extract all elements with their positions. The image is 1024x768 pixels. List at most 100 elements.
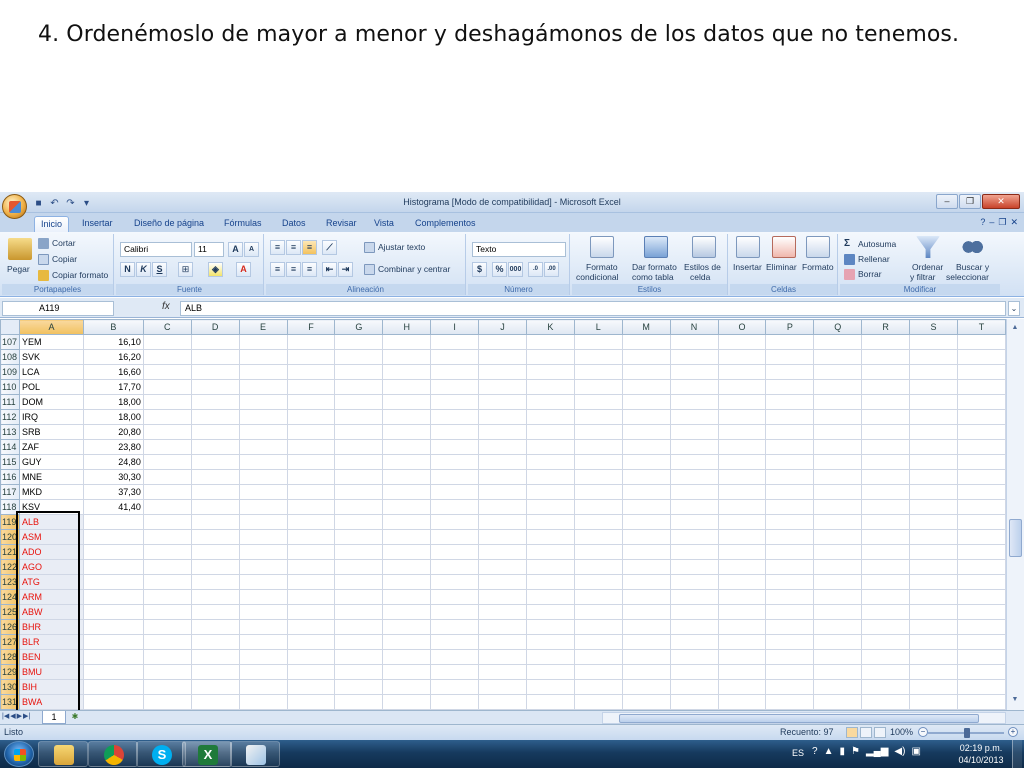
cell-empty[interactable] <box>382 589 432 605</box>
cut-icon[interactable] <box>38 238 49 249</box>
cell-b[interactable]: 16,60 <box>82 364 144 380</box>
office-button[interactable] <box>2 194 27 219</box>
cell-empty[interactable] <box>573 514 623 530</box>
cell-empty[interactable] <box>717 454 767 470</box>
worksheet-grid[interactable]: ABCDEFGHIJKLMNOPQRST 107 YEM 16,10 108 SVK 16… <box>0 319 1006 710</box>
row-header[interactable]: 118 <box>0 499 21 515</box>
cell-empty[interactable] <box>525 424 575 440</box>
column-header-p[interactable]: P <box>765 319 815 335</box>
horizontal-scrollbar[interactable] <box>602 712 1006 724</box>
cell-empty[interactable] <box>573 529 623 545</box>
cell-empty[interactable] <box>334 679 384 695</box>
cell-empty[interactable] <box>861 379 911 395</box>
cell-empty[interactable] <box>142 409 192 425</box>
cell-empty[interactable] <box>190 514 240 530</box>
cell-empty[interactable] <box>765 364 815 380</box>
cell-empty[interactable] <box>334 469 384 485</box>
cell-empty[interactable] <box>813 529 863 545</box>
cell-empty[interactable] <box>669 694 719 710</box>
cell-empty[interactable] <box>142 364 192 380</box>
cell-empty[interactable] <box>430 604 480 620</box>
cell-a[interactable]: BMU <box>19 664 84 680</box>
format-table-label2[interactable]: como tabla <box>632 272 674 282</box>
cell-b[interactable] <box>82 514 144 530</box>
cell-empty[interactable] <box>142 574 192 590</box>
cell-empty[interactable] <box>909 469 958 485</box>
cell-empty[interactable] <box>525 379 575 395</box>
cell-empty[interactable] <box>621 544 671 560</box>
scroll-up-icon[interactable]: ▲ <box>1008 321 1022 335</box>
cell-empty[interactable] <box>286 454 336 470</box>
cell-empty[interactable] <box>573 484 623 500</box>
increase-indent-button[interactable]: ⇥ <box>338 262 353 277</box>
sort-filter-label1[interactable]: Ordenar <box>912 262 943 272</box>
cell-empty[interactable] <box>190 694 240 710</box>
cell-empty[interactable] <box>478 469 527 485</box>
cell-b[interactable]: 18,00 <box>82 394 144 410</box>
row-header[interactable]: 121 <box>0 544 21 560</box>
cell-empty[interactable] <box>334 529 384 545</box>
cell-empty[interactable] <box>430 634 480 650</box>
cell-b[interactable] <box>82 529 144 545</box>
cell-empty[interactable] <box>525 574 575 590</box>
column-header-i[interactable]: I <box>430 319 480 335</box>
cell-empty[interactable] <box>525 589 575 605</box>
cell-empty[interactable] <box>286 469 336 485</box>
cell-empty[interactable] <box>573 424 623 440</box>
show-desktop-button[interactable] <box>1012 740 1022 768</box>
cell-empty[interactable] <box>382 664 432 680</box>
cell-empty[interactable] <box>478 544 527 560</box>
cell-empty[interactable] <box>382 349 432 365</box>
cell-empty[interactable] <box>909 544 958 560</box>
cell-empty[interactable] <box>525 469 575 485</box>
cell-a[interactable]: SRB <box>19 424 84 440</box>
cell-empty[interactable] <box>669 619 719 635</box>
cell-empty[interactable] <box>238 574 288 590</box>
cell-empty[interactable] <box>717 574 767 590</box>
cell-empty[interactable] <box>190 679 240 695</box>
cell-empty[interactable] <box>190 529 240 545</box>
zoom-in-icon[interactable]: + <box>1008 727 1018 737</box>
cell-empty[interactable] <box>238 424 288 440</box>
format-painter-icon[interactable] <box>38 270 49 281</box>
cell-empty[interactable] <box>621 529 671 545</box>
cell-empty[interactable] <box>669 394 719 410</box>
cell-empty[interactable] <box>334 559 384 575</box>
cell-b[interactable]: 30,30 <box>82 469 144 485</box>
cell-b[interactable]: 23,80 <box>82 439 144 455</box>
cell-empty[interactable] <box>334 334 384 350</box>
zoom-level[interactable]: 100% <box>890 727 913 737</box>
cell-empty[interactable] <box>238 499 288 515</box>
cell-empty[interactable] <box>238 469 288 485</box>
cell-empty[interactable] <box>430 694 480 710</box>
tab-insertar[interactable]: Insertar <box>76 216 119 232</box>
cell-empty[interactable] <box>430 484 480 500</box>
cell-empty[interactable] <box>382 424 432 440</box>
italic-button[interactable]: K <box>136 262 151 277</box>
cell-b[interactable]: 17,70 <box>82 379 144 395</box>
cell-empty[interactable] <box>621 649 671 665</box>
cell-empty[interactable] <box>190 409 240 425</box>
cell-empty[interactable] <box>478 589 527 605</box>
cell-empty[interactable] <box>238 634 288 650</box>
tab-inicio[interactable]: Inicio <box>34 216 70 232</box>
cell-empty[interactable] <box>142 394 192 410</box>
function-icon[interactable]: fx <box>162 301 170 312</box>
cell-empty[interactable] <box>956 559 1006 575</box>
cell-empty[interactable] <box>717 409 767 425</box>
cell-empty[interactable] <box>909 664 958 680</box>
cell-empty[interactable] <box>573 469 623 485</box>
cell-empty[interactable] <box>861 559 911 575</box>
cell-empty[interactable] <box>190 394 240 410</box>
cell-b[interactable]: 18,00 <box>82 409 144 425</box>
cell-empty[interactable] <box>813 589 863 605</box>
cell-empty[interactable] <box>286 484 336 500</box>
cell-a[interactable]: BEN <box>19 649 84 665</box>
cell-empty[interactable] <box>382 394 432 410</box>
thousands-button[interactable]: 000 <box>508 262 523 277</box>
insert-cells-button[interactable]: Insertar <box>733 262 762 272</box>
cell-empty[interactable] <box>190 379 240 395</box>
cell-empty[interactable] <box>813 364 863 380</box>
format-painter-button[interactable]: Copiar formato <box>52 270 108 280</box>
wrap-text-icon[interactable] <box>364 242 375 253</box>
